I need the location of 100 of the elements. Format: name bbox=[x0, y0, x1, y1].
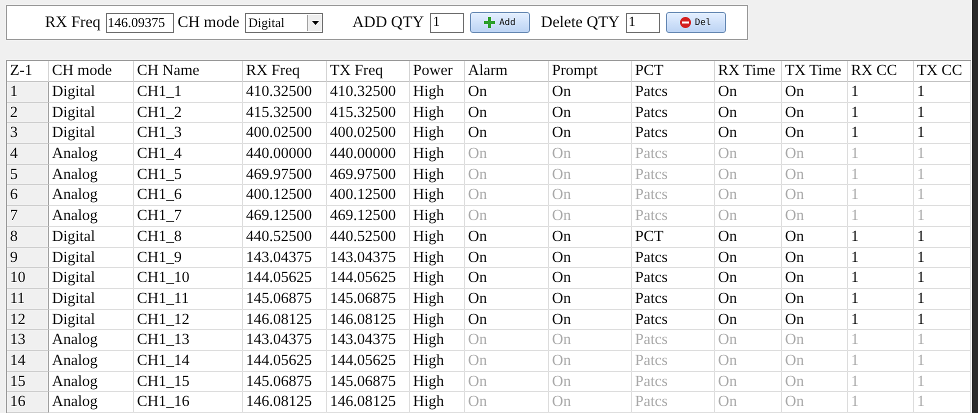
add-qty-label: ADD QTY bbox=[352, 14, 424, 32]
column-header[interactable]: PCT bbox=[632, 61, 715, 82]
table-cell: On bbox=[549, 288, 632, 310]
column-header[interactable]: RX CC bbox=[848, 61, 914, 82]
row-header[interactable]: 1 bbox=[7, 82, 49, 103]
table-cell: On bbox=[465, 82, 549, 103]
no-entry-icon bbox=[680, 17, 691, 28]
table-cell: On bbox=[715, 226, 782, 248]
table-cell: High bbox=[410, 185, 465, 206]
row-header[interactable]: 4 bbox=[7, 144, 49, 165]
row-header[interactable]: 10 bbox=[7, 268, 49, 289]
table-cell: On bbox=[782, 123, 848, 144]
table-cell: High bbox=[410, 102, 465, 124]
add-qty-field[interactable]: 1 bbox=[430, 12, 464, 33]
row-header[interactable]: 16 bbox=[7, 392, 49, 413]
table-cell: On bbox=[465, 164, 549, 186]
column-header[interactable]: Power bbox=[410, 61, 465, 82]
table-cell: 1 bbox=[914, 248, 971, 268]
table-cell: CH1_11 bbox=[134, 288, 243, 310]
table-cell: Patcs bbox=[632, 288, 715, 310]
table-cell: 146.08125 bbox=[327, 392, 410, 413]
table-cell: 1 bbox=[848, 268, 914, 289]
table-cell: 1 bbox=[848, 123, 914, 144]
table-cell: 145.06875 bbox=[243, 372, 327, 392]
table-cell: Patcs bbox=[632, 268, 715, 289]
row-header[interactable]: 14 bbox=[7, 350, 49, 372]
table-cell: High bbox=[410, 310, 465, 330]
table-cell: 415.32500 bbox=[243, 102, 327, 124]
table-cell: On bbox=[715, 268, 782, 289]
table-cell: On bbox=[715, 248, 782, 268]
table-cell: 146.08125 bbox=[243, 392, 327, 413]
column-header[interactable]: CH Name bbox=[134, 61, 243, 82]
table-cell: On bbox=[782, 288, 848, 310]
table-cell: 145.06875 bbox=[327, 372, 410, 392]
delete-button[interactable]: Del bbox=[666, 12, 726, 34]
table-cell: High bbox=[410, 392, 465, 413]
table-cell: CH1_4 bbox=[134, 144, 243, 165]
table-cell: 1 bbox=[914, 310, 971, 330]
column-header[interactable]: TX CC bbox=[914, 61, 971, 82]
row-header[interactable]: 15 bbox=[7, 372, 49, 392]
table-cell: On bbox=[782, 185, 848, 206]
table-cell: CH1_6 bbox=[134, 185, 243, 206]
table-cell: 145.06875 bbox=[327, 288, 410, 310]
table-cell: 146.08125 bbox=[327, 310, 410, 330]
rx-freq-field[interactable]: 146.09375 bbox=[106, 12, 174, 33]
table-cell: 440.00000 bbox=[243, 144, 327, 165]
rx-freq-label: RX Freq bbox=[45, 14, 101, 32]
table-cell: Patcs bbox=[632, 248, 715, 268]
plus-icon bbox=[484, 17, 496, 28]
table-cell: Patcs bbox=[632, 310, 715, 330]
table-cell: On bbox=[782, 350, 848, 372]
table-cell: 400.02500 bbox=[243, 123, 327, 144]
column-header[interactable]: RX Time bbox=[715, 61, 782, 82]
table-cell: 1 bbox=[848, 226, 914, 248]
table-cell: Digital bbox=[49, 288, 134, 310]
table-cell: 1 bbox=[914, 350, 971, 372]
table-cell: CH1_16 bbox=[134, 392, 243, 413]
row-header[interactable]: 2 bbox=[7, 102, 49, 124]
row-header[interactable]: 6 bbox=[7, 185, 49, 206]
column-header[interactable]: Alarm bbox=[465, 61, 549, 82]
table-cell: On bbox=[715, 288, 782, 310]
table-cell: 1 bbox=[914, 164, 971, 186]
table-cell: On bbox=[549, 392, 632, 413]
column-header[interactable]: TX Time bbox=[782, 61, 848, 82]
table-cell: On bbox=[465, 144, 549, 165]
table-cell: CH1_7 bbox=[134, 206, 243, 227]
table-cell: On bbox=[549, 206, 632, 227]
row-header[interactable]: 13 bbox=[7, 330, 49, 351]
table-cell: On bbox=[782, 144, 848, 165]
delete-qty-field[interactable]: 1 bbox=[626, 12, 660, 33]
row-header[interactable]: 12 bbox=[7, 310, 49, 330]
table-cell: On bbox=[465, 288, 549, 310]
table-cell: High bbox=[410, 123, 465, 144]
table-cell: On bbox=[715, 330, 782, 351]
row-header[interactable]: 7 bbox=[7, 206, 49, 227]
table-cell: Digital bbox=[49, 102, 134, 124]
table-cell: Digital bbox=[49, 123, 134, 144]
row-header[interactable]: 9 bbox=[7, 248, 49, 268]
table-cell: CH1_12 bbox=[134, 310, 243, 330]
table-cell: 400.12500 bbox=[243, 185, 327, 206]
table-cell: High bbox=[410, 144, 465, 165]
table-cell: On bbox=[782, 392, 848, 413]
column-header[interactable]: RX Freq bbox=[243, 61, 327, 82]
column-header[interactable]: TX Freq bbox=[327, 61, 410, 82]
table-cell: On bbox=[465, 350, 549, 372]
table-cell: High bbox=[410, 350, 465, 372]
row-header[interactable]: 8 bbox=[7, 226, 49, 248]
table-cell: High bbox=[410, 372, 465, 392]
ch-mode-dropdown[interactable]: Digital bbox=[245, 12, 324, 33]
table-cell: On bbox=[549, 144, 632, 165]
row-header[interactable]: 3 bbox=[7, 123, 49, 144]
row-header[interactable]: 11 bbox=[7, 288, 49, 310]
column-header[interactable]: CH mode bbox=[49, 61, 134, 82]
table-cell: On bbox=[549, 102, 632, 124]
row-header[interactable]: 5 bbox=[7, 164, 49, 186]
table-cell: 1 bbox=[848, 144, 914, 165]
column-header[interactable]: Prompt bbox=[549, 61, 632, 82]
table-cell: 1 bbox=[848, 330, 914, 351]
table-cell: Patcs bbox=[632, 330, 715, 351]
add-button[interactable]: Add bbox=[470, 12, 530, 34]
